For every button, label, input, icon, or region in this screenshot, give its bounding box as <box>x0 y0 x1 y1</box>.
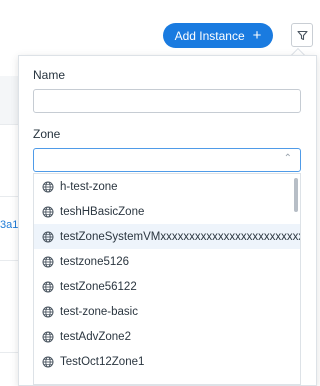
zone-label: Zone <box>33 127 61 141</box>
name-label: Name <box>33 68 66 82</box>
scrollbar[interactable] <box>294 178 298 212</box>
zone-option[interactable]: testZone56122 <box>34 274 300 299</box>
zone-option-label: test-zone-basic <box>60 305 138 318</box>
filter-button[interactable] <box>291 23 313 47</box>
globe-icon <box>42 181 54 193</box>
zone-option-label: h-test-zone <box>60 180 118 193</box>
zone-option-label: teshHBasicZone <box>60 205 145 218</box>
globe-icon <box>42 331 54 343</box>
zone-option[interactable]: testAdvZone2 <box>34 324 300 349</box>
zone-option-label: testZoneSystemVMxxxxxxxxxxxxxxxxxxxxxxxx… <box>60 230 300 243</box>
globe-icon <box>42 206 54 218</box>
add-instance-button[interactable]: Add Instance + <box>163 23 273 48</box>
zone-option-label: testAdvZone2 <box>60 330 131 343</box>
zone-option[interactable]: test-zone-basic <box>34 299 300 324</box>
zone-option-label: testZone56122 <box>60 280 137 293</box>
zone-option[interactable]: testZoneSystemVMxxxxxxxxxxxxxxxxxxxxxxxx… <box>34 224 300 249</box>
add-instance-label: Add Instance <box>174 28 245 43</box>
zone-option[interactable]: testzone5126 <box>34 249 300 274</box>
filter-popover: Name Zone ⌃ h-test-zone teshHBasicZone tes… <box>18 55 317 386</box>
zone-option-label: testzone5126 <box>60 255 130 268</box>
zone-option[interactable]: TestOct12Zone1 <box>34 349 300 374</box>
globe-icon <box>42 231 54 243</box>
chevron-up-icon: ⌃ <box>283 153 292 164</box>
globe-icon <box>42 256 54 268</box>
filter-icon <box>296 30 308 40</box>
zone-option[interactable]: h-test-zone <box>34 174 300 199</box>
name-input[interactable] <box>33 89 301 113</box>
zone-option-label: TestOct12Zone1 <box>60 355 145 368</box>
globe-icon <box>42 356 54 368</box>
globe-icon <box>42 281 54 293</box>
globe-icon <box>42 306 54 318</box>
plus-icon: + <box>252 27 262 44</box>
zone-option[interactable]: teshHBasicZone <box>34 199 300 224</box>
zone-select[interactable]: ⌃ <box>33 148 301 172</box>
zone-options-list[interactable]: h-test-zone teshHBasicZone testZoneSystemV… <box>33 173 301 385</box>
